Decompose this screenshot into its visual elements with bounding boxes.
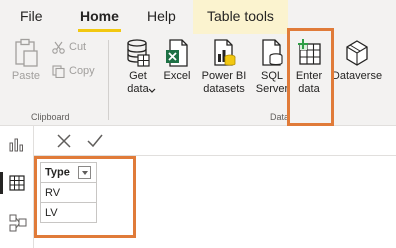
ribbon-home: Paste Cut Copy Clipboard Get data Excel …: [0, 34, 396, 126]
report-view-icon[interactable]: [9, 136, 25, 152]
cancel-icon[interactable]: [56, 133, 72, 149]
commit-check-icon[interactable]: [86, 133, 104, 149]
active-view-indicator: [0, 172, 3, 194]
excel-label: Excel: [163, 70, 191, 82]
excel-icon: [166, 39, 188, 67]
paste-icon: [15, 38, 38, 67]
table-add-icon: [298, 39, 321, 65]
data-view-icon[interactable]: [9, 175, 25, 191]
copy-button[interactable]: Copy: [52, 64, 95, 78]
table-row: LV: [40, 202, 97, 223]
tab-help[interactable]: Help: [147, 0, 176, 34]
power-bi-dataset-icon: [214, 39, 236, 66]
dataverse-label: Dataverse: [331, 70, 383, 82]
enter-data-label: Enter data: [295, 70, 323, 95]
ribbon-tab-bar: File Home Help Table tools: [0, 0, 396, 34]
table-header-row: Type: [40, 162, 97, 183]
column-header-type[interactable]: Type: [40, 162, 97, 183]
column-header-label: Type: [45, 166, 70, 179]
enter-data-button[interactable]: Enter data: [290, 38, 328, 96]
tab-file[interactable]: File: [20, 0, 43, 34]
copy-icon: [52, 64, 65, 78]
chevron-down-icon: [148, 88, 156, 93]
clipboard-group-label: Clipboard: [31, 112, 70, 122]
model-view-icon[interactable]: [9, 214, 27, 232]
ribbon-separator: [108, 40, 109, 120]
excel-button[interactable]: Excel: [160, 38, 194, 83]
copy-label: Copy: [69, 65, 95, 77]
data-table: Type RV LV: [40, 162, 97, 223]
cut-button[interactable]: Cut: [52, 40, 86, 54]
scissors-icon: [52, 41, 65, 54]
get-data-button[interactable]: Get data: [116, 38, 160, 96]
paste-label: Paste: [11, 70, 41, 82]
table-cell[interactable]: RV: [40, 182, 97, 203]
formula-bar: [34, 126, 396, 156]
tab-home[interactable]: Home: [78, 0, 121, 34]
power-bi-datasets-label: Power BI datasets: [201, 70, 247, 95]
data-group-label: Data: [270, 112, 290, 122]
sql-server-button[interactable]: SQL Server: [254, 38, 290, 96]
table-row: RV: [40, 182, 97, 203]
filter-dropdown-icon[interactable]: [77, 166, 91, 179]
dataverse-button[interactable]: Dataverse: [330, 38, 384, 83]
table-cell[interactable]: LV: [40, 202, 97, 223]
tab-table-tools[interactable]: Table tools: [193, 0, 288, 34]
cut-label: Cut: [69, 41, 87, 53]
view-switcher: [0, 126, 34, 248]
paste-button[interactable]: Paste: [8, 38, 44, 83]
database-icon: [127, 39, 150, 67]
dataverse-icon: [346, 40, 368, 66]
power-bi-datasets-button[interactable]: Power BI datasets: [196, 38, 252, 96]
sql-server-icon: [262, 39, 283, 66]
sql-server-label: SQL Server: [255, 70, 289, 95]
